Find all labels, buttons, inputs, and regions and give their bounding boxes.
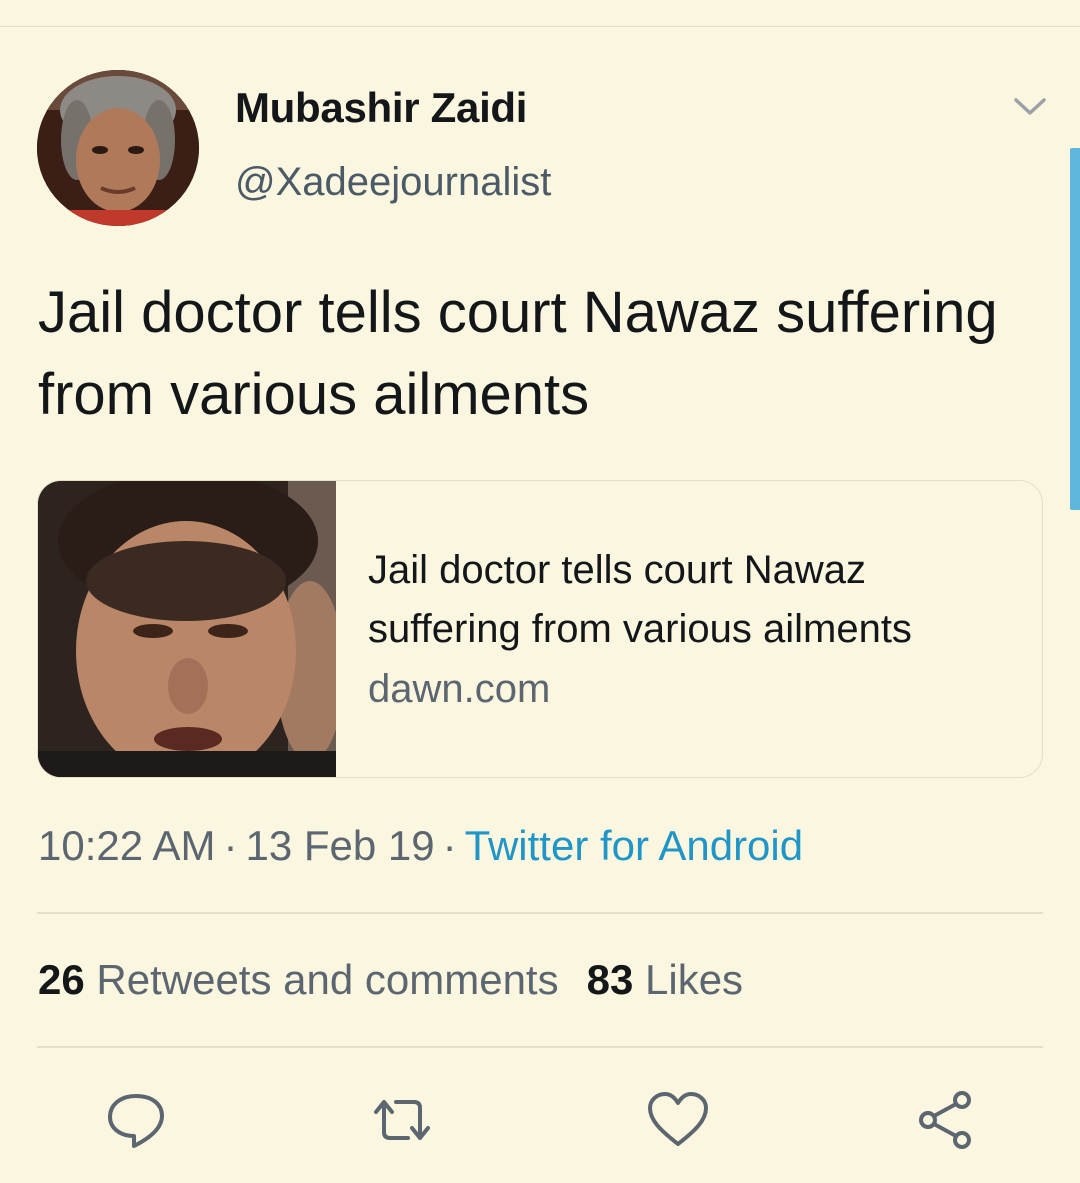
meta-separator: · (223, 822, 238, 869)
avatar[interactable] (37, 70, 199, 226)
heart-icon (648, 1092, 708, 1146)
scrollbar[interactable] (1070, 148, 1080, 510)
user-handle[interactable]: @Xadeejournalist (235, 160, 551, 205)
meta-separator: · (442, 822, 457, 869)
avatar-image (37, 70, 199, 226)
retweet-icon (374, 1100, 430, 1140)
tweet-stats: 26 Retweets and comments 83 Likes (38, 956, 743, 1004)
card-domain: dawn.com (368, 667, 551, 711)
retweets-stat[interactable]: 26 Retweets and comments (38, 956, 559, 1003)
tweet-date: 13 Feb 19 (245, 822, 435, 869)
tweet-source-link[interactable]: Twitter for Android (465, 822, 803, 869)
retweet-button[interactable] (370, 1090, 434, 1150)
top-divider (0, 26, 1080, 27)
retweets-label: Retweets and comments (96, 956, 559, 1003)
link-card[interactable]: Jail doctor tells court Nawaz suffering … (37, 480, 1043, 778)
likes-stat[interactable]: 83 Likes (587, 956, 743, 1003)
likes-label: Likes (645, 956, 744, 1003)
reply-icon (108, 1094, 164, 1148)
tweet-meta: 10:22 AM · 13 Feb 19 · Twitter for Android (38, 822, 803, 870)
card-thumbnail (38, 481, 336, 777)
like-button[interactable] (646, 1090, 710, 1150)
likes-count: 83 (586, 956, 634, 1003)
tweet-text: Jail doctor tells court Nawaz suffering … (38, 280, 998, 427)
divider (37, 1046, 1043, 1048)
display-name[interactable]: Mubashir Zaidi (235, 84, 527, 132)
share-button[interactable] (914, 1090, 978, 1150)
retweets-count: 26 (38, 956, 85, 1003)
tweet-time: 10:22 AM (38, 822, 216, 869)
chevron-down-icon[interactable] (1012, 92, 1048, 120)
share-icon (919, 1091, 971, 1149)
card-title: Jail doctor tells court Nawaz suffering … (368, 548, 912, 651)
reply-button[interactable] (104, 1090, 168, 1150)
divider (37, 912, 1043, 914)
